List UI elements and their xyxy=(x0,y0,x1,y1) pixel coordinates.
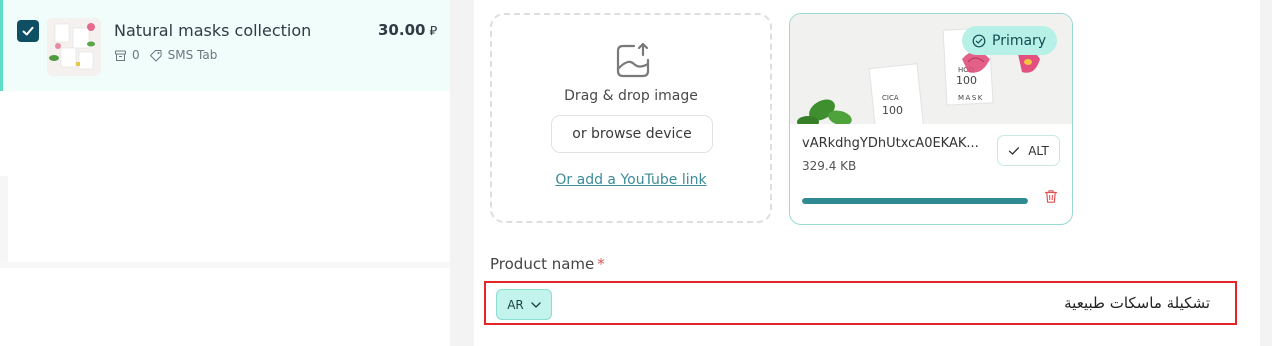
panel-divider xyxy=(0,176,8,264)
product-tag: SMS Tab xyxy=(167,48,218,62)
alt-text-button[interactable]: ALT xyxy=(997,135,1060,166)
language-select[interactable]: AR xyxy=(496,289,552,320)
svg-text:MASK: MASK xyxy=(958,94,984,102)
svg-text:100: 100 xyxy=(956,74,977,87)
product-title: Natural masks collection xyxy=(114,21,312,40)
upload-progress-fill xyxy=(802,198,1028,204)
image-preview[interactable]: HOD 100 MASK CICA 100 Primary xyxy=(790,14,1072,124)
price-value: 30.00 xyxy=(378,21,426,39)
primary-badge-label: Primary xyxy=(992,32,1047,49)
product-list-panel: Natural masks collection 0 SMS Tab 30.00… xyxy=(0,0,450,346)
product-price: 30.00 ⃁ xyxy=(378,21,437,39)
check-circle-icon xyxy=(972,34,986,47)
product-list-item[interactable]: Natural masks collection 0 SMS Tab 30.00… xyxy=(0,0,450,91)
item-checkbox[interactable] xyxy=(17,20,39,42)
product-name-label-text: Product name xyxy=(490,255,595,273)
product-thumbnail xyxy=(47,18,101,76)
product-meta: 0 SMS Tab xyxy=(114,48,217,62)
product-editor-panel: Drag & drop image or browse device Or ad… xyxy=(474,0,1260,346)
currency-symbol: ⃁ xyxy=(429,24,438,39)
product-name-input[interactable]: AR تشكيلة ماسكات طبيعية xyxy=(484,281,1237,325)
stock-count: 0 xyxy=(132,48,140,62)
tag-icon xyxy=(149,49,162,61)
box-icon xyxy=(115,50,126,61)
svg-text:CICA: CICA xyxy=(882,94,899,102)
trash-icon[interactable] xyxy=(1044,189,1058,204)
required-mark: * xyxy=(597,255,605,273)
alt-label: ALT xyxy=(1028,143,1049,158)
image-file-name: vARkdhgYDhUtxcA0EKAK... xyxy=(802,136,979,151)
svg-text:100: 100 xyxy=(882,104,903,117)
uploaded-image-card: HOD 100 MASK CICA 100 Primary vARkdhgYDh… xyxy=(789,13,1073,225)
check-icon xyxy=(22,26,34,36)
primary-badge: Primary xyxy=(962,26,1058,55)
upload-image-icon xyxy=(616,42,650,78)
image-dropzone[interactable]: Drag & drop image or browse device Or ad… xyxy=(490,13,772,223)
dropzone-instruction: Drag & drop image xyxy=(564,88,698,104)
panel-divider xyxy=(0,262,450,268)
browse-device-button[interactable]: or browse device xyxy=(551,115,713,153)
check-icon xyxy=(1009,146,1020,155)
language-code: AR xyxy=(507,297,524,312)
add-youtube-link[interactable]: Or add a YouTube link xyxy=(492,172,770,188)
upload-progress-bar xyxy=(802,198,1028,204)
product-name-label: Product name * xyxy=(490,255,605,273)
product-name-value[interactable]: تشكيلة ماسكات طبيعية xyxy=(1064,294,1210,312)
chevron-down-icon xyxy=(531,301,541,308)
image-file-size: 329.4 KB xyxy=(802,159,857,173)
